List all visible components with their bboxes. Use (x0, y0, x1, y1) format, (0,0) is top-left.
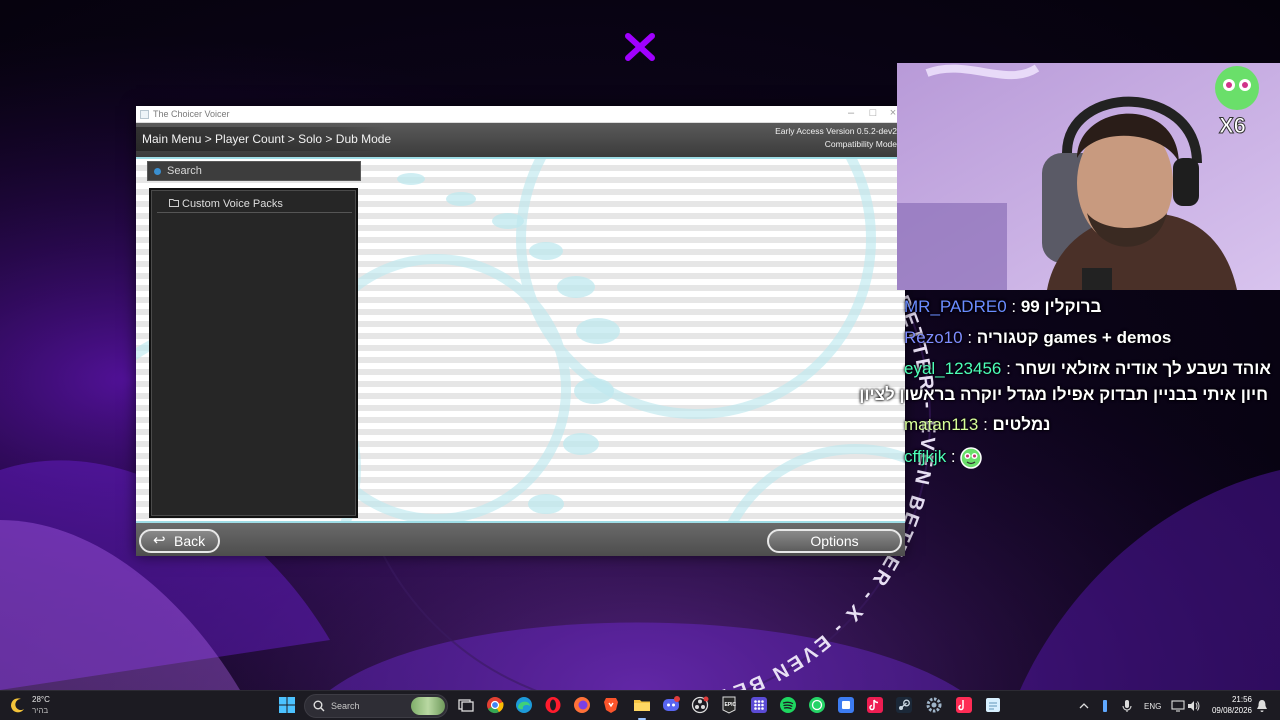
moon-icon (11, 698, 24, 713)
clock-date: 09/08/2026 (1211, 706, 1252, 715)
chat-message: eyal_123456 : אוהד נשבע לך אודיה אזולאי … (904, 359, 1271, 378)
chat-username: cffjkjk (904, 447, 947, 466)
search-icon (313, 700, 325, 712)
chrome-icon[interactable] (486, 696, 504, 714)
version-label: Early Access Version 0.5.2-dev2 (775, 126, 897, 136)
network-icon[interactable] (1171, 699, 1185, 713)
back-button[interactable]: ↩ Back (139, 529, 220, 553)
app-icon[interactable] (837, 696, 855, 714)
taskbar-search-input[interactable] (331, 699, 411, 713)
webcam-badge: X6 (1219, 113, 1246, 138)
content-area: Custom Voice Packs (136, 159, 905, 521)
folder-item-label: Custom Voice Packs (182, 198, 283, 210)
opera-icon[interactable] (544, 696, 562, 714)
chat-text: אוהד נשבע לך אודיה אזולאי ושחר (1015, 359, 1271, 378)
notification-bell-icon[interactable] (1256, 699, 1268, 713)
chat-text: ברוקלין 99 (1020, 297, 1102, 316)
search-highlight-image (411, 697, 445, 715)
bluetooth-icon[interactable] (1100, 699, 1110, 713)
epic-games-icon[interactable]: EPIC (720, 696, 738, 714)
search-input[interactable] (167, 164, 357, 178)
chat-username: matan113 (904, 415, 979, 434)
search-box[interactable] (147, 161, 361, 181)
window-titlebar[interactable]: The Choicer Voicer – □ × (136, 106, 905, 123)
task-view-icon[interactable] (457, 696, 475, 714)
search-indicator-icon (154, 168, 161, 175)
settings-icon[interactable] (925, 696, 943, 714)
svg-text:EPIC: EPIC (725, 702, 737, 708)
brave-icon[interactable] (602, 696, 620, 714)
taskbar-search[interactable] (304, 694, 448, 718)
app-header: Main Menu > Player Count > Solo > Dub Mo… (136, 123, 905, 159)
app-grid-icon[interactable] (750, 696, 768, 714)
spotify-icon[interactable] (779, 696, 797, 714)
chat-message: Rezo10 : קטגוריה games + demos (904, 328, 1172, 347)
chat-text: נמלטים (992, 415, 1051, 434)
start-icon[interactable] (278, 696, 296, 714)
chat-text: חיון איתי בבניין תבדוק אפילו מגדל יוקרה … (859, 385, 1268, 404)
chevron-up-icon[interactable] (1078, 700, 1090, 712)
volume-icon[interactable] (1187, 699, 1201, 713)
app-window: The Choicer Voicer – □ × Main Menu > Pla… (136, 106, 905, 556)
microphone-icon[interactable] (1121, 699, 1133, 713)
minimize-button[interactable]: – (841, 107, 861, 119)
chat-message: cffjkjk : (900, 444, 1280, 470)
language-indicator[interactable]: ENG (1144, 702, 1161, 711)
mode-label: Compatibility Mode (824, 139, 897, 149)
webcam-feed: X6 (897, 63, 1280, 290)
chat-username: eyal_123456 (904, 359, 1002, 378)
version-info: Early Access Version 0.5.2-dev2 Compatib… (775, 125, 897, 151)
webcam-image: X6 (897, 63, 1280, 290)
system-clock[interactable]: 21:56 09/08/2026 (1212, 694, 1252, 716)
obs-icon[interactable] (691, 696, 709, 714)
file-explorer-icon[interactable] (633, 696, 651, 720)
chat-overlay: MR_PADRE0 : ברוקלין 99 Rezo10 : קטגוריה … (859, 294, 1280, 474)
folder-icon (169, 199, 179, 207)
folder-item-custom-voice-packs[interactable]: Custom Voice Packs (157, 196, 352, 213)
notepad-icon[interactable] (984, 696, 1002, 714)
tiktok-icon[interactable] (866, 696, 884, 714)
app-icon (140, 110, 149, 119)
chat-message: חיון איתי בבניין תבדוק אפילו מגדל יוקרה … (859, 382, 1268, 408)
chat-username: Rezo10 (904, 328, 963, 347)
chat-text: קטגוריה games + demos (976, 328, 1172, 347)
app-footer: ↩ Back Options (136, 521, 905, 556)
back-button-label: Back (174, 533, 206, 549)
firefox-icon[interactable] (573, 696, 591, 714)
taskbar: 28°C בהיר EPIC (0, 690, 1280, 720)
chat-message: matan113 : נמלטים (904, 415, 1051, 434)
steam-icon[interactable] (895, 696, 913, 714)
edge-icon[interactable] (515, 696, 533, 714)
options-button[interactable]: Options (767, 529, 902, 553)
tiktok-live-icon[interactable] (955, 696, 973, 714)
breadcrumb: Main Menu > Player Count > Solo > Dub Mo… (136, 127, 391, 151)
clock-time: 21:56 (1231, 695, 1252, 704)
discord-icon[interactable] (662, 696, 680, 714)
chat-username: MR_PADRE0 (904, 297, 1007, 316)
whatsapp-icon[interactable] (808, 696, 826, 714)
window-title: The Choicer Voicer (153, 109, 230, 119)
chat-message: MR_PADRE0 : ברוקלין 99 (904, 297, 1102, 316)
weather-condition: בהיר (32, 706, 49, 715)
back-arrow-icon: ↩ (153, 532, 166, 549)
folder-list-panel: Custom Voice Packs (149, 188, 358, 518)
maximize-button[interactable]: □ (863, 107, 883, 119)
weather-temp: 28°C (32, 695, 50, 704)
emote-icon (960, 446, 983, 469)
